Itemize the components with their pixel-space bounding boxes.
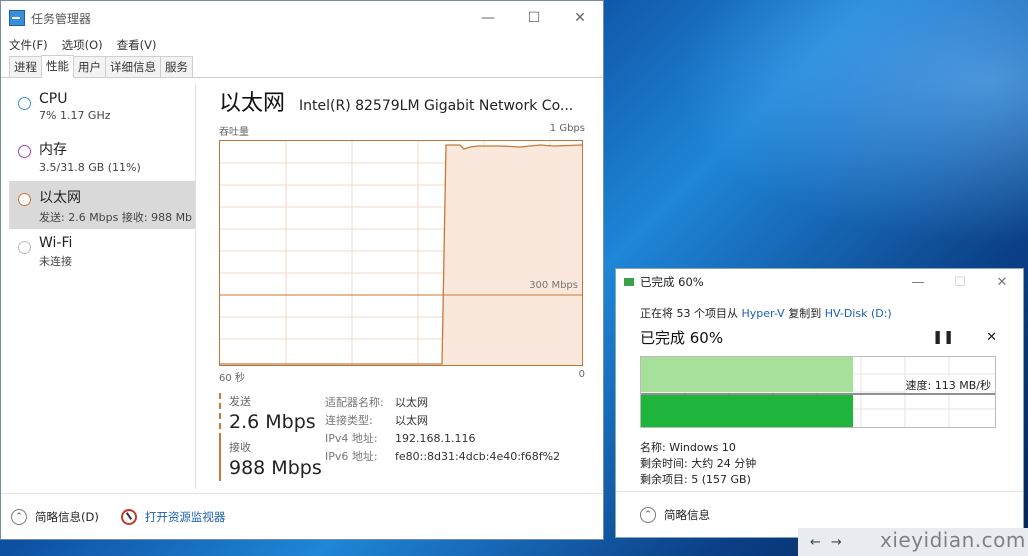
property-value: 以太网	[395, 414, 428, 427]
page-title: 以太网	[219, 91, 286, 116]
tab-bar: 进程 性能 用户 详细信息 服务	[1, 55, 603, 78]
receive-value: 988 Mbps	[229, 457, 322, 479]
chevron-up-icon[interactable]: ⌃	[11, 508, 27, 525]
menu-file[interactable]: 文件(F)	[9, 37, 48, 53]
copy-line-mid: 复制到	[784, 307, 825, 320]
throughput-graph: 300 Mbps	[219, 140, 583, 366]
close-button[interactable]: ✕	[981, 275, 1023, 290]
resource-sidebar: CPU 7% 1.17 GHz 内存 3.5/31.8 GB (11%) 以太网…	[9, 85, 196, 489]
x-axis-right-label: 0	[578, 369, 585, 380]
resource-name: 内存	[39, 142, 67, 158]
watermark: xieyidian.com	[880, 528, 1026, 552]
task-manager-icon	[9, 10, 25, 26]
cpu-indicator-icon	[18, 97, 31, 110]
throughput-graph-svg	[220, 141, 582, 365]
dialog-title: 已完成 60%	[640, 275, 704, 289]
graph-mid-label: 300 Mbps	[529, 280, 578, 291]
memory-indicator-icon	[18, 145, 31, 158]
graph-max-label: 1 Gbps	[549, 123, 585, 134]
property-value: 192.168.1.116	[395, 431, 476, 445]
source-link[interactable]: Hyper-V	[742, 307, 785, 320]
tab-users[interactable]: 用户	[73, 56, 106, 77]
remaining-items-value: 5 (157 GB)	[691, 473, 751, 486]
task-manager-window: 任务管理器 — ☐ ✕ 文件(F) 选项(O) 查看(V) 进程 性能 用户 详…	[0, 0, 604, 540]
minimize-button[interactable]: —	[897, 275, 939, 290]
resource-sub: 7% 1.17 GHz	[39, 109, 111, 122]
sidebar-item-cpu[interactable]: CPU 7% 1.17 GHz	[9, 85, 195, 133]
progress-status: 已完成 60%	[640, 329, 724, 347]
sidebar-item-ethernet[interactable]: 以太网 发送: 2.6 Mbps 接收: 988 Mb	[9, 181, 195, 229]
property-key: IPv6 地址:	[325, 450, 378, 463]
resource-name: Wi-Fi	[39, 235, 73, 251]
receive-stat: 接收 988 Mbps	[219, 439, 322, 481]
ethernet-detail-panel: 以太网 Intel(R) 82579LM Gigabit Network Co.…	[219, 85, 585, 384]
send-label: 发送	[229, 395, 251, 408]
copy-icon	[624, 278, 634, 286]
maximize-button[interactable]: ☐	[511, 10, 557, 26]
forward-arrow-icon[interactable]: →	[831, 535, 842, 550]
task-manager-footer: ⌃ 简略信息(D) 打开资源监视器	[1, 493, 603, 539]
property-value: fe80::8d31:4dcb:4e40:f68f%2	[395, 449, 561, 463]
property-key: IPv4 地址:	[325, 432, 378, 445]
sidebar-item-memory[interactable]: 内存 3.5/31.8 GB (11%)	[9, 133, 195, 181]
copy-description: 正在将 53 个项目从 Hyper-V 复制到 HV-Disk (D:)	[640, 305, 999, 321]
name-label: 名称:	[640, 441, 666, 454]
x-axis-left-label: 60 秒	[219, 373, 245, 384]
window-title: 任务管理器	[31, 11, 92, 26]
menu-view[interactable]: 查看(V)	[117, 37, 157, 53]
receive-label: 接收	[229, 441, 251, 454]
tab-performance[interactable]: 性能	[41, 55, 74, 78]
minimize-button[interactable]: —	[465, 10, 511, 26]
copy-details: 名称: Windows 10 剩余时间: 大约 24 分钟 剩余项目: 5 (1…	[640, 440, 999, 488]
tab-processes[interactable]: 进程	[9, 56, 42, 77]
resource-name: CPU	[39, 91, 68, 107]
copy-speed-label: 速度: 113 MB/秒	[905, 377, 991, 393]
summary-button[interactable]: 简略信息(D)	[35, 509, 99, 525]
desktop-wallpaper	[620, 0, 1028, 270]
back-arrow-icon[interactable]: ←	[810, 535, 821, 550]
wifi-indicator-icon	[18, 241, 31, 254]
ethernet-indicator-icon	[18, 193, 31, 206]
dialog-title-bar[interactable]: 已完成 60% — ☐ ✕	[616, 269, 1023, 295]
remaining-time-value: 大约 24 分钟	[691, 457, 757, 470]
graph-label: 吞吐量	[219, 127, 249, 138]
remaining-items-label: 剩余项目:	[640, 473, 688, 486]
send-value: 2.6 Mbps	[229, 411, 316, 433]
resource-sub: 发送: 2.6 Mbps 接收: 988 Mb	[39, 211, 193, 224]
close-button[interactable]: ✕	[557, 10, 603, 26]
copy-line-prefix: 正在将 53 个项目从	[640, 307, 742, 320]
resource-name: 以太网	[39, 190, 81, 206]
property-key: 连接类型:	[325, 414, 373, 427]
pause-button[interactable]: ❚❚	[932, 330, 954, 345]
fewer-details-button[interactable]: 简略信息	[664, 507, 710, 523]
destination-link[interactable]: HV-Disk (D:)	[825, 307, 892, 320]
menu-options[interactable]: 选项(O)	[62, 37, 103, 53]
resource-sub: 3.5/31.8 GB (11%)	[39, 161, 141, 174]
maximize-button: ☐	[954, 274, 966, 290]
menu-bar: 文件(F) 选项(O) 查看(V)	[1, 35, 603, 55]
tab-details[interactable]: 详细信息	[105, 56, 161, 77]
title-bar[interactable]: 任务管理器 — ☐ ✕	[1, 1, 603, 35]
name-value: Windows 10	[669, 441, 736, 454]
adapter-name: Intel(R) 82579LM Gigabit Network Co...	[299, 98, 574, 114]
remaining-time-label: 剩余时间:	[640, 457, 688, 470]
property-key: 适配器名称:	[325, 396, 384, 409]
copy-speed-graph: 速度: 113 MB/秒	[640, 356, 996, 428]
copy-progress-dialog: 已完成 60% — ☐ ✕ 正在将 53 个项目从 Hyper-V 复制到 HV…	[615, 268, 1024, 538]
open-resource-monitor-link[interactable]: 打开资源监视器	[145, 509, 226, 525]
property-value: 以太网	[395, 396, 428, 409]
resource-sub: 未连接	[39, 255, 72, 268]
adapter-properties: 适配器名称: 以太网 连接类型: 以太网 IPv4 地址: 192.168.1.116…	[325, 393, 560, 465]
tab-services[interactable]: 服务	[160, 56, 193, 77]
chevron-up-icon[interactable]: ⌃	[640, 506, 656, 523]
resource-monitor-icon[interactable]	[120, 508, 137, 525]
send-stat: 发送 2.6 Mbps	[219, 393, 316, 439]
sidebar-item-wifi[interactable]: Wi-Fi 未连接	[9, 229, 195, 277]
cancel-button[interactable]: ✕	[986, 330, 997, 345]
